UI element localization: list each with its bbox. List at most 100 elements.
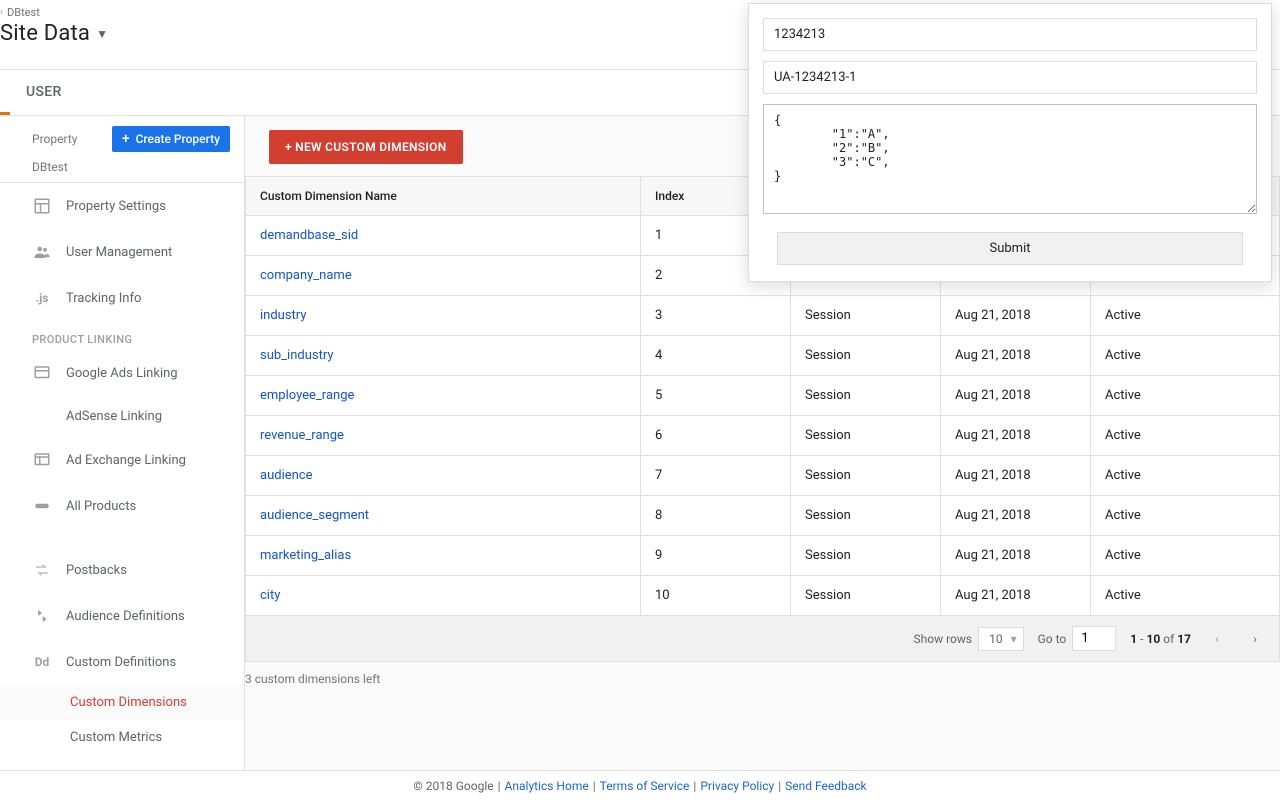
- footer-analytics-home[interactable]: Analytics Home: [505, 779, 589, 793]
- panel-submit-button[interactable]: Submit: [777, 232, 1243, 265]
- dimension-index: 10: [641, 576, 791, 616]
- dimension-name-link[interactable]: marketing_alias: [260, 548, 351, 563]
- dimension-last-changed: Aug 21, 2018: [941, 496, 1091, 536]
- new-custom-dimension-button[interactable]: + NEW CUSTOM DIMENSION: [269, 130, 463, 164]
- sidebar-item-user-management[interactable]: User Management: [0, 229, 244, 275]
- table-pager: Show rows 10 ▾ Go to 1 - 10 of 17: [245, 616, 1280, 662]
- dimension-index: 4: [641, 336, 791, 376]
- dimension-scope: Session: [791, 416, 941, 456]
- goto-input[interactable]: [1072, 626, 1116, 651]
- dimension-last-changed: Aug 21, 2018: [941, 336, 1091, 376]
- footer-tos[interactable]: Terms of Service: [600, 779, 690, 793]
- dimension-state: Active: [1091, 376, 1280, 416]
- dimension-last-changed: Aug 21, 2018: [941, 376, 1091, 416]
- dimension-scope: Session: [791, 456, 941, 496]
- dd-icon: Dd: [32, 652, 52, 672]
- panel-field-account-id[interactable]: [763, 18, 1257, 51]
- pager-range: 1 - 10 of 17: [1130, 632, 1191, 646]
- col-name[interactable]: Custom Dimension Name: [246, 177, 641, 216]
- table-row: audience_segment 8SessionAug 21, 2018Acti…: [246, 496, 1280, 536]
- sidebar-section-product-linking: PRODUCT LINKING: [0, 321, 244, 350]
- chevron-right-icon: ›: [0, 7, 3, 18]
- dimensions-remaining-label: 3 custom dimensions left: [245, 672, 1280, 686]
- js-icon: .js: [32, 288, 52, 308]
- show-rows-label: Show rows: [914, 632, 973, 646]
- users-icon: [32, 242, 52, 262]
- dimension-state: Active: [1091, 576, 1280, 616]
- exchange-icon: [32, 450, 52, 470]
- panel-field-tracking-id[interactable]: [763, 61, 1257, 94]
- panel-json-body[interactable]: { "1":"A", "2":"B", "3":"C", }: [763, 104, 1257, 214]
- show-rows-select[interactable]: 10 ▾: [978, 627, 1024, 651]
- dimension-last-changed: Aug 21, 2018: [941, 456, 1091, 496]
- sidebar: Property + Create Property DBtest Proper…: [0, 116, 245, 770]
- dimension-name-link[interactable]: revenue_range: [260, 428, 344, 443]
- sidebar-item-tracking-info[interactable]: .js Tracking Info: [0, 275, 244, 321]
- plus-icon: +: [122, 133, 130, 145]
- page-title: Site Data: [0, 21, 90, 46]
- dimension-name-link[interactable]: company_name: [260, 268, 352, 283]
- dimension-last-changed: Aug 21, 2018: [941, 416, 1091, 456]
- layout-icon: [32, 196, 52, 216]
- pager-prev-button[interactable]: ‹: [1205, 627, 1229, 651]
- dimension-state: Active: [1091, 456, 1280, 496]
- table-row: sub_industry 4SessionAug 21, 2018Active: [246, 336, 1280, 376]
- tab-user[interactable]: USER: [10, 72, 78, 115]
- dimension-index: 3: [641, 296, 791, 336]
- debug-submit-panel: { "1":"A", "2":"B", "3":"C", } Submit: [748, 3, 1272, 282]
- goto-label: Go to: [1038, 632, 1067, 646]
- dimension-index: 7: [641, 456, 791, 496]
- title-dropdown-icon[interactable]: ▼: [96, 27, 108, 41]
- breadcrumb-property: DBtest: [7, 6, 40, 19]
- dimension-state: Active: [1091, 336, 1280, 376]
- sidebar-item-audience-definitions[interactable]: Audience Definitions: [0, 593, 244, 639]
- sidebar-item-postbacks[interactable]: Postbacks: [0, 547, 244, 593]
- table-row: industry 3SessionAug 21, 2018Active: [246, 296, 1280, 336]
- dimension-index: 5: [641, 376, 791, 416]
- dimension-state: Active: [1091, 296, 1280, 336]
- dimension-index: 8: [641, 496, 791, 536]
- dimension-scope: Session: [791, 536, 941, 576]
- sidebar-item-custom-definitions[interactable]: Dd Custom Definitions: [0, 639, 244, 685]
- dimension-name-link[interactable]: city: [260, 588, 280, 603]
- footer-privacy[interactable]: Privacy Policy: [700, 779, 774, 793]
- sidebar-current-property[interactable]: DBtest: [32, 160, 230, 174]
- sidebar-property-label: Property: [32, 132, 77, 146]
- footer-copyright: © 2018 Google: [413, 779, 493, 793]
- dimension-name-link[interactable]: industry: [260, 308, 306, 323]
- dimension-index: 6: [641, 416, 791, 456]
- dimension-state: Active: [1091, 496, 1280, 536]
- table-row: employee_range 5SessionAug 21, 2018Active: [246, 376, 1280, 416]
- ads-icon: [32, 363, 52, 383]
- sidebar-item-all-products[interactable]: All Products: [0, 483, 244, 529]
- create-property-button[interactable]: + Create Property: [112, 126, 230, 152]
- dimension-name-link[interactable]: audience_segment: [260, 508, 369, 523]
- dimension-name-link[interactable]: demandbase_sid: [260, 228, 358, 243]
- dimension-last-changed: Aug 21, 2018: [941, 296, 1091, 336]
- postbacks-icon: [32, 560, 52, 580]
- table-row: marketing_alias9SessionAug 21, 2018Activ…: [246, 536, 1280, 576]
- dimension-name-link[interactable]: sub_industry: [260, 348, 334, 363]
- pager-next-button[interactable]: ›: [1243, 627, 1267, 651]
- tab-admin-indicator[interactable]: [0, 88, 10, 115]
- link-icon: [32, 496, 52, 516]
- sidebar-item-ad-exchange-linking[interactable]: Ad Exchange Linking: [0, 437, 244, 483]
- table-row: audience 7SessionAug 21, 2018Active: [246, 456, 1280, 496]
- dimension-state: Active: [1091, 536, 1280, 576]
- dimension-name-link[interactable]: audience: [260, 468, 313, 483]
- dimension-scope: Session: [791, 376, 941, 416]
- sidebar-sub-custom-dimensions[interactable]: Custom Dimensions: [0, 685, 244, 720]
- dimension-scope: Session: [791, 336, 941, 376]
- chevron-down-icon: ▾: [1011, 632, 1017, 646]
- dimension-name-link[interactable]: employee_range: [260, 388, 354, 403]
- sidebar-item-google-ads-linking[interactable]: Google Ads Linking: [0, 350, 244, 396]
- footer: © 2018 Google | Analytics Home | Terms o…: [0, 770, 1280, 800]
- sidebar-item-property-settings[interactable]: Property Settings: [0, 183, 244, 229]
- dimension-scope: Session: [791, 576, 941, 616]
- dimension-last-changed: Aug 21, 2018: [941, 536, 1091, 576]
- footer-feedback[interactable]: Send Feedback: [785, 779, 867, 793]
- dimension-scope: Session: [791, 496, 941, 536]
- sidebar-sub-custom-metrics[interactable]: Custom Metrics: [0, 720, 244, 755]
- dimension-scope: Session: [791, 296, 941, 336]
- sidebar-item-adsense-linking[interactable]: AdSense Linking: [0, 396, 244, 437]
